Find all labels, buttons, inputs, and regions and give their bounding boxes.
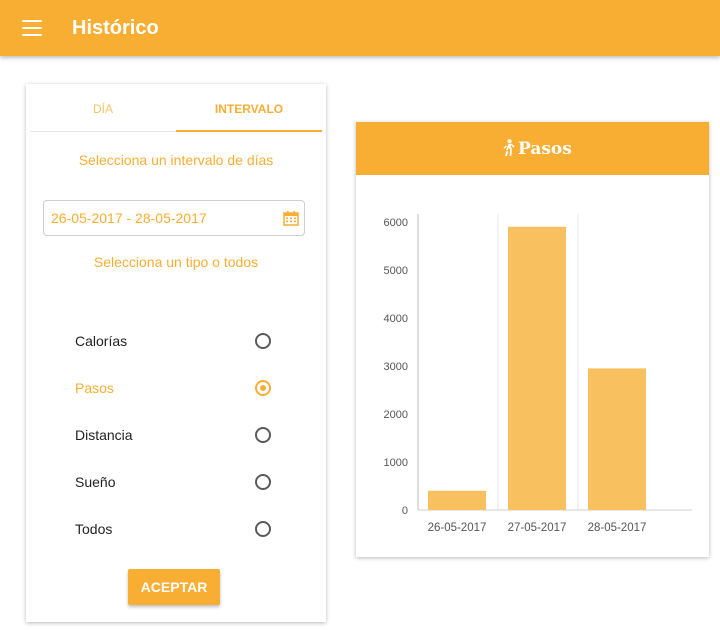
y-tick-label: 6000: [384, 217, 408, 229]
radio-button-checked[interactable]: [255, 380, 271, 396]
bar-chart: 0 1000 2000 3000 4000 5000 6000 26-05-2017 27-05…: [384, 214, 692, 534]
option-label: Pasos: [75, 380, 114, 396]
option-pasos[interactable]: Pasos: [74, 375, 274, 403]
y-tick-label: 1000: [384, 457, 408, 469]
radio-button[interactable]: [255, 474, 271, 490]
radio-button[interactable]: [255, 427, 271, 443]
x-tick-label: 28-05-2017: [588, 522, 647, 534]
y-tick-label: 3000: [384, 361, 408, 373]
option-label: Todos: [75, 521, 113, 537]
date-range-value: 26-05-2017 - 28-05-2017: [51, 210, 207, 226]
tab-bar: DÍA INTERVALO: [30, 96, 322, 132]
option-label: Distancia: [75, 427, 133, 443]
interval-prompt: Selecciona un intervalo de días: [78, 152, 274, 168]
bar: [508, 226, 566, 511]
filter-panel: DÍA INTERVALO Selecciona un intervalo de…: [26, 84, 326, 622]
tab-dia[interactable]: DÍA: [30, 96, 176, 131]
x-tick-label: 26-05-2017: [428, 522, 487, 534]
hamburger-menu-icon[interactable]: [22, 20, 42, 36]
option-label: Sueño: [75, 474, 116, 490]
option-label: Calorías: [75, 333, 128, 349]
app-bar: Histórico: [0, 0, 720, 56]
y-tick-label: 2000: [384, 409, 408, 421]
x-tick-label: 27-05-2017: [508, 522, 567, 534]
bar: [588, 368, 646, 510]
option-distancia[interactable]: Distancia: [74, 422, 274, 450]
option-sueno[interactable]: Sueño: [74, 469, 274, 497]
calendar-icon[interactable]: [283, 210, 299, 226]
bar: [428, 490, 486, 510]
y-tick-label: 4000: [384, 313, 408, 325]
accept-button[interactable]: ACEPTAR: [128, 569, 220, 605]
option-calorias[interactable]: Calorías: [74, 328, 274, 356]
date-range-field[interactable]: 26-05-2017 - 28-05-2017: [43, 200, 305, 236]
steps-chart-card: Pasos 0 1000 2000 3000 4000 5000 6000 26-05-201…: [356, 122, 709, 557]
y-tick-label: 0: [402, 505, 408, 517]
y-tick-label: 5000: [384, 265, 408, 277]
radio-button[interactable]: [255, 521, 271, 537]
type-prompt: Selecciona un tipo o todos: [93, 254, 259, 270]
option-todos[interactable]: Todos: [74, 516, 274, 544]
tab-intervalo[interactable]: INTERVALO: [176, 96, 322, 132]
radio-button[interactable]: [255, 333, 271, 349]
page-title: Histórico: [72, 17, 159, 39]
